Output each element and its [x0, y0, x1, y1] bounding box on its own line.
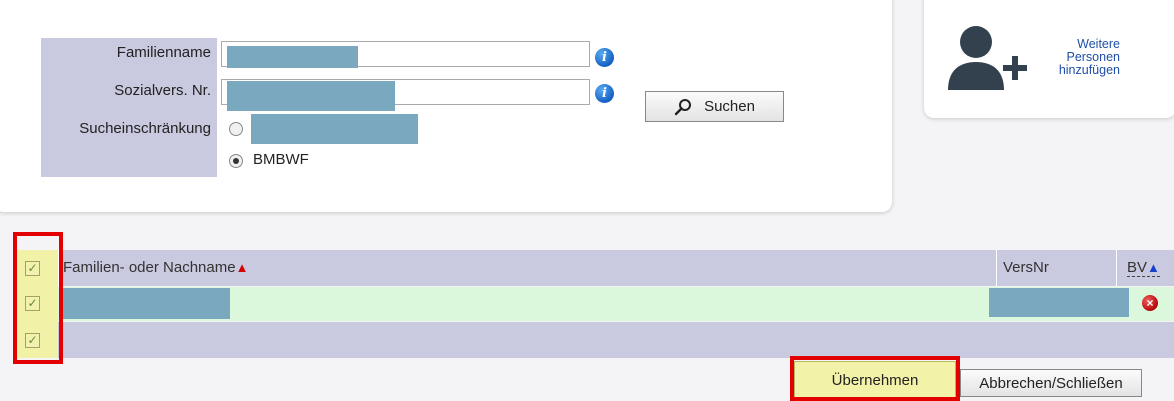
- cancel-button-label: Abbrechen/Schließen: [979, 374, 1123, 392]
- accept-button-label: Übernehmen: [831, 371, 919, 389]
- add-persons-text-3: hinzufügen: [1058, 63, 1120, 77]
- family-name-input[interactable]: [221, 41, 590, 68]
- column-header-bv-label: BV: [1127, 259, 1148, 276]
- select-all-checkbox[interactable]: ✓: [25, 261, 40, 276]
- sort-asc-icon[interactable]: ▲: [236, 260, 249, 275]
- column-header-bv[interactable]: BV▲: [1127, 259, 1160, 277]
- row-checkbox[interactable]: ✓: [25, 333, 40, 348]
- sv-nr-input[interactable]: [221, 79, 590, 111]
- family-name-label: Familienname: [116, 44, 211, 61]
- redacted-value: [251, 114, 418, 144]
- info-icon[interactable]: i: [595, 48, 614, 67]
- sort-icon[interactable]: ▲: [1147, 260, 1160, 275]
- radio-unselected[interactable]: [229, 122, 243, 136]
- row-checkbox[interactable]: ✓: [25, 296, 40, 311]
- column-separator: [996, 250, 997, 286]
- table-empty-row: [17, 322, 1174, 358]
- column-header-name[interactable]: Familien- oder Nachname▲: [63, 259, 248, 276]
- info-icon[interactable]: i: [595, 84, 614, 103]
- accept-button[interactable]: Übernehmen: [794, 361, 956, 399]
- redacted-value: [227, 81, 395, 111]
- add-person-icon[interactable]: [944, 24, 1034, 94]
- restriction-option-1[interactable]: [221, 114, 418, 144]
- column-header-versnr[interactable]: VersNr: [1003, 259, 1049, 276]
- restriction-option-label: BMBWF: [253, 151, 309, 168]
- delete-icon[interactable]: ×: [1142, 295, 1158, 311]
- column-separator: [1116, 250, 1117, 286]
- restriction-option-2[interactable]: BMBWF: [221, 146, 415, 176]
- add-persons-link[interactable]: Weitere Personen hinzufügen: [1036, 38, 1120, 77]
- redacted-versnr: [989, 288, 1129, 317]
- sv-nr-label: Sozialvers. Nr.: [114, 82, 211, 99]
- form-label-column: Familienname Sozialvers. Nr. Sucheinschr…: [41, 38, 217, 177]
- search-icon: [674, 98, 692, 115]
- redacted-name: [60, 288, 230, 319]
- search-button-label: Suchen: [704, 98, 755, 115]
- radio-selected[interactable]: [229, 154, 243, 168]
- restriction-label: Sucheinschränkung: [79, 120, 211, 137]
- search-button[interactable]: Suchen: [645, 91, 784, 122]
- column-separator: [58, 250, 59, 286]
- redacted-value: [227, 46, 358, 68]
- cancel-close-button[interactable]: Abbrechen/Schließen: [960, 369, 1142, 397]
- column-header-name-label: Familien- oder Nachname: [63, 259, 236, 276]
